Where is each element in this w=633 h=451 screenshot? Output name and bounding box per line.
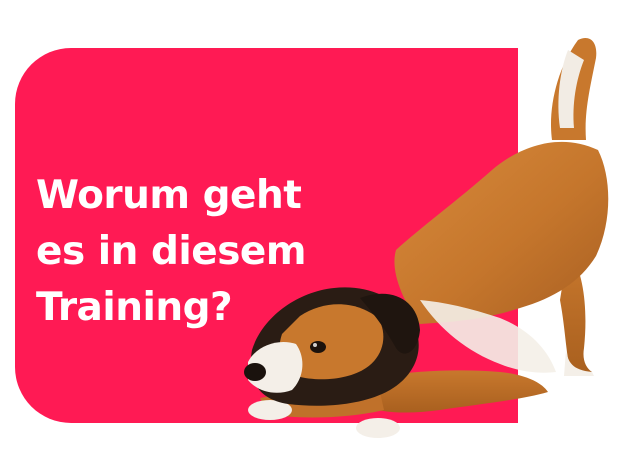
dog-eye: [310, 341, 326, 353]
dog-image: [244, 38, 609, 438]
dog-nose: [244, 363, 266, 381]
dog-paw-right: [356, 418, 400, 438]
training-intro-card: Worum geht es in diesem Training?: [0, 0, 633, 451]
